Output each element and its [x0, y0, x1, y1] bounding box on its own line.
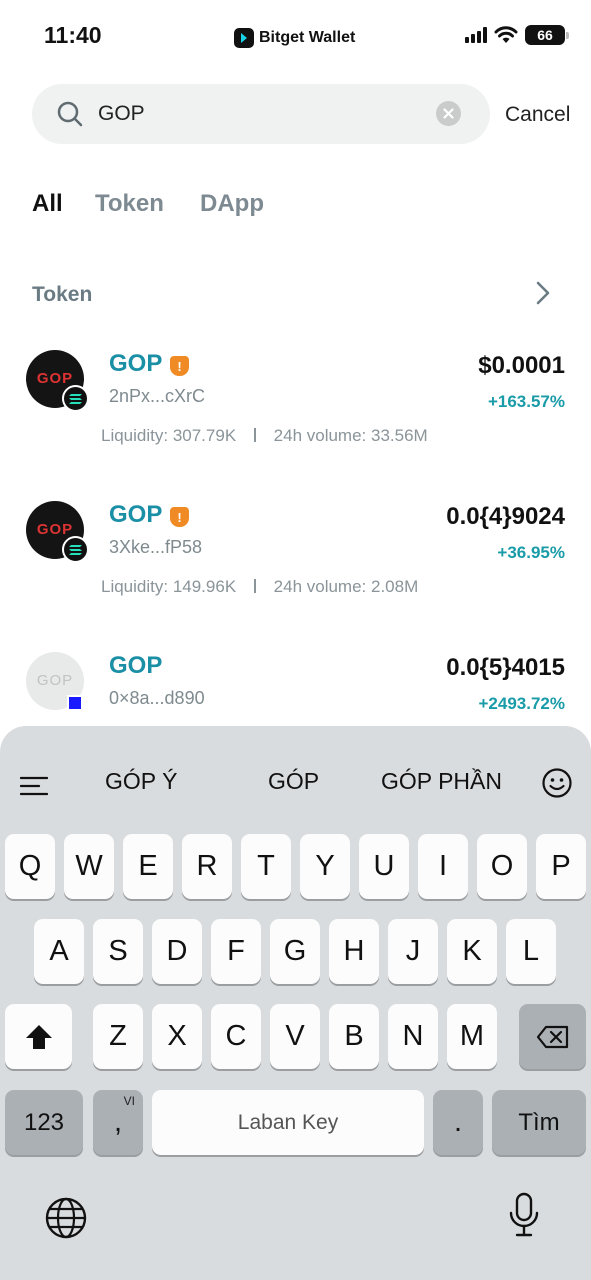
search-icon: [57, 101, 83, 127]
token-liquidity: Liquidity: 149.96K: [101, 577, 237, 596]
warning-shield-icon: !: [170, 507, 189, 527]
cancel-button[interactable]: Cancel: [505, 103, 570, 127]
solana-icon: [62, 536, 89, 563]
suggestion-1[interactable]: GÓP Ý: [105, 768, 177, 795]
token-change: +2493.72%: [478, 694, 566, 713]
solana-icon: [62, 385, 89, 412]
section-title-token: Token: [32, 283, 93, 306]
status-time: 11:40: [44, 22, 102, 48]
key-h[interactable]: H: [329, 919, 379, 984]
shift-key[interactable]: [5, 1004, 72, 1069]
key-u[interactable]: U: [359, 834, 409, 899]
key-c[interactable]: C: [211, 1004, 261, 1069]
token-volume: 24h volume: 33.56M: [273, 426, 428, 445]
on-screen-keyboard: GÓP Ý GÓP GÓP PHẦN Q W E R T Y U I O P A…: [0, 726, 591, 1280]
emoji-icon[interactable]: [541, 767, 573, 799]
period-key[interactable]: .: [433, 1090, 483, 1155]
key-p[interactable]: P: [536, 834, 586, 899]
token-name: GOP: [109, 652, 163, 679]
key-w[interactable]: W: [64, 834, 114, 899]
backspace-icon: [536, 1025, 568, 1048]
key-a[interactable]: A: [34, 919, 84, 984]
status-bar: 11:40 Bitget Wallet 66: [0, 0, 591, 72]
backspace-key[interactable]: [519, 1004, 586, 1069]
status-indicators: 66: [465, 25, 569, 45]
token-logo-text: GOP: [36, 672, 74, 689]
token-address: 0×8a...d890: [109, 688, 205, 708]
search-bar[interactable]: [32, 84, 490, 144]
key-s[interactable]: S: [93, 919, 143, 984]
key-j[interactable]: J: [388, 919, 438, 984]
cellular-signal-icon: [465, 27, 487, 43]
token-volume: 24h volume: 2.08M: [273, 577, 419, 596]
battery-icon: 66: [525, 25, 569, 45]
wifi-icon: [494, 26, 518, 43]
token-stats: Liquidity: 149.96K 24h volume: 2.08M: [101, 577, 418, 597]
warning-shield-icon: !: [170, 356, 189, 376]
tab-all[interactable]: All: [32, 190, 63, 218]
language-label: VI: [123, 1094, 135, 1108]
key-e[interactable]: E: [123, 834, 173, 899]
suggestion-3[interactable]: GÓP PHẦN: [381, 768, 502, 795]
tab-dapp[interactable]: DApp: [200, 190, 264, 218]
key-i[interactable]: I: [418, 834, 468, 899]
token-price: 0.0{4}9024: [446, 503, 565, 530]
key-b[interactable]: B: [329, 1004, 379, 1069]
chevron-right-icon[interactable]: [534, 280, 552, 306]
key-o[interactable]: O: [477, 834, 527, 899]
key-l[interactable]: L: [506, 919, 556, 984]
menu-icon[interactable]: [20, 776, 48, 796]
battery-level: 66: [537, 27, 553, 43]
key-v[interactable]: V: [270, 1004, 320, 1069]
token-address: 3Xke...fP58: [109, 537, 203, 557]
space-key[interactable]: Laban Key: [152, 1090, 424, 1155]
token-change: +163.57%: [487, 392, 565, 411]
key-z[interactable]: Z: [93, 1004, 143, 1069]
key-r[interactable]: R: [182, 834, 232, 899]
key-k[interactable]: K: [447, 919, 497, 984]
token-row[interactable]: GOP GOP ! 2nPx...cXrC $0.0001 +163.57% L…: [0, 350, 591, 490]
token-stats: Liquidity: 307.79K 24h volume: 33.56M: [101, 426, 428, 446]
search-return-key[interactable]: Tìm: [492, 1090, 586, 1155]
token-change: +36.95%: [497, 543, 565, 562]
key-n[interactable]: N: [388, 1004, 438, 1069]
token-name: GOP: [109, 501, 163, 528]
suggestion-2[interactable]: GÓP: [268, 768, 319, 795]
app-brand: Bitget Wallet: [234, 28, 355, 48]
token-price: 0.0{5}4015: [446, 654, 565, 681]
key-d[interactable]: D: [152, 919, 202, 984]
shift-icon: [25, 1024, 52, 1049]
key-f[interactable]: F: [211, 919, 261, 984]
search-input[interactable]: [98, 98, 418, 130]
app-brand-name: Bitget Wallet: [259, 29, 356, 46]
microphone-icon[interactable]: [508, 1192, 540, 1238]
clear-search-icon[interactable]: [436, 101, 461, 126]
key-x[interactable]: X: [152, 1004, 202, 1069]
token-name: GOP: [109, 350, 163, 377]
tab-token[interactable]: Token: [95, 190, 164, 218]
token-price: $0.0001: [478, 352, 565, 379]
token-address: 2nPx...cXrC: [109, 386, 206, 406]
bitget-logo-icon: [234, 28, 254, 48]
key-q[interactable]: Q: [5, 834, 55, 899]
token-liquidity: Liquidity: 307.79K: [101, 426, 237, 445]
comma-label: ,: [113, 1106, 123, 1138]
blue-square-chain-icon: [67, 695, 83, 711]
key-y[interactable]: Y: [300, 834, 350, 899]
comma-key[interactable]: , VI: [93, 1090, 143, 1155]
numbers-key[interactable]: 123: [5, 1090, 83, 1155]
token-row[interactable]: GOP GOP ! 3Xke...fP58 0.0{4}9024 +36.95%…: [0, 501, 591, 641]
key-t[interactable]: T: [241, 834, 291, 899]
key-g[interactable]: G: [270, 919, 320, 984]
globe-icon[interactable]: [44, 1196, 88, 1240]
key-m[interactable]: M: [447, 1004, 497, 1069]
